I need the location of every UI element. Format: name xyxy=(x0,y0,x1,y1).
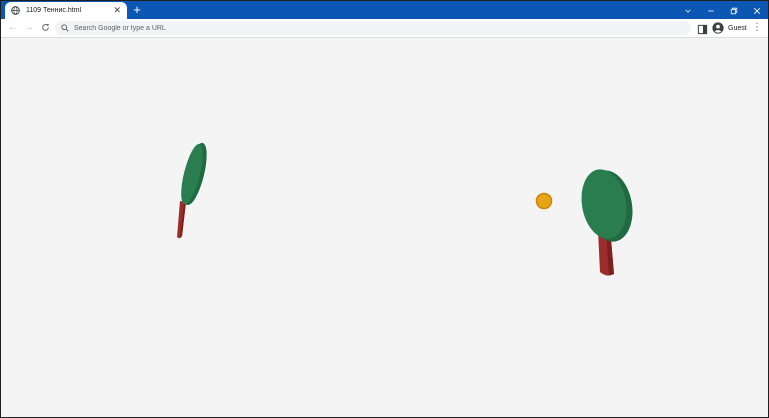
profile-label: Guest xyxy=(728,24,747,32)
restore-button[interactable] xyxy=(722,1,746,19)
browser-toolbar: ← → Search Google or type a URL Guest ⋮ xyxy=(1,19,768,38)
back-button[interactable]: ← xyxy=(6,21,20,35)
page-content xyxy=(1,38,768,417)
reload-icon xyxy=(41,23,49,31)
close-tab-icon[interactable]: ✕ xyxy=(113,6,121,15)
tab-title: 1109 Теннис.html xyxy=(26,7,82,14)
new-tab-button[interactable]: + xyxy=(130,3,144,17)
tab-active[interactable]: 1109 Теннис.html ✕ xyxy=(5,2,127,19)
omnibox[interactable] xyxy=(55,21,691,35)
minimize-button[interactable] xyxy=(699,1,723,19)
search-icon xyxy=(61,24,69,32)
minimize-icon xyxy=(708,10,714,12)
ball xyxy=(535,192,553,210)
reload-button[interactable] xyxy=(38,21,52,35)
close-window-button[interactable] xyxy=(745,1,768,19)
close-icon xyxy=(753,7,761,14)
avatar-icon xyxy=(712,22,724,34)
side-panel-icon xyxy=(697,24,708,35)
profile-button[interactable]: Guest xyxy=(712,21,747,35)
browser-menu-button[interactable]: ⋮ xyxy=(752,21,762,35)
chevron-down-icon xyxy=(685,9,691,13)
tennis-scene[interactable] xyxy=(1,38,768,417)
forward-arrow-icon: → xyxy=(24,22,34,33)
title-bar: 1109 Теннис.html ✕ + xyxy=(1,1,768,19)
forward-button[interactable]: → xyxy=(22,21,36,35)
scene-background xyxy=(1,38,768,417)
back-arrow-icon: ← xyxy=(8,22,18,33)
tab-search-button[interactable] xyxy=(676,1,700,19)
globe-icon xyxy=(11,6,20,15)
side-panel-button[interactable] xyxy=(697,22,709,35)
more-vert-icon: ⋮ xyxy=(752,22,762,33)
browser-window: 1109 Теннис.html ✕ + ← → Search Google o… xyxy=(0,0,769,418)
restore-icon xyxy=(730,7,738,14)
ball-body xyxy=(535,192,553,210)
address-input[interactable] xyxy=(74,24,634,32)
